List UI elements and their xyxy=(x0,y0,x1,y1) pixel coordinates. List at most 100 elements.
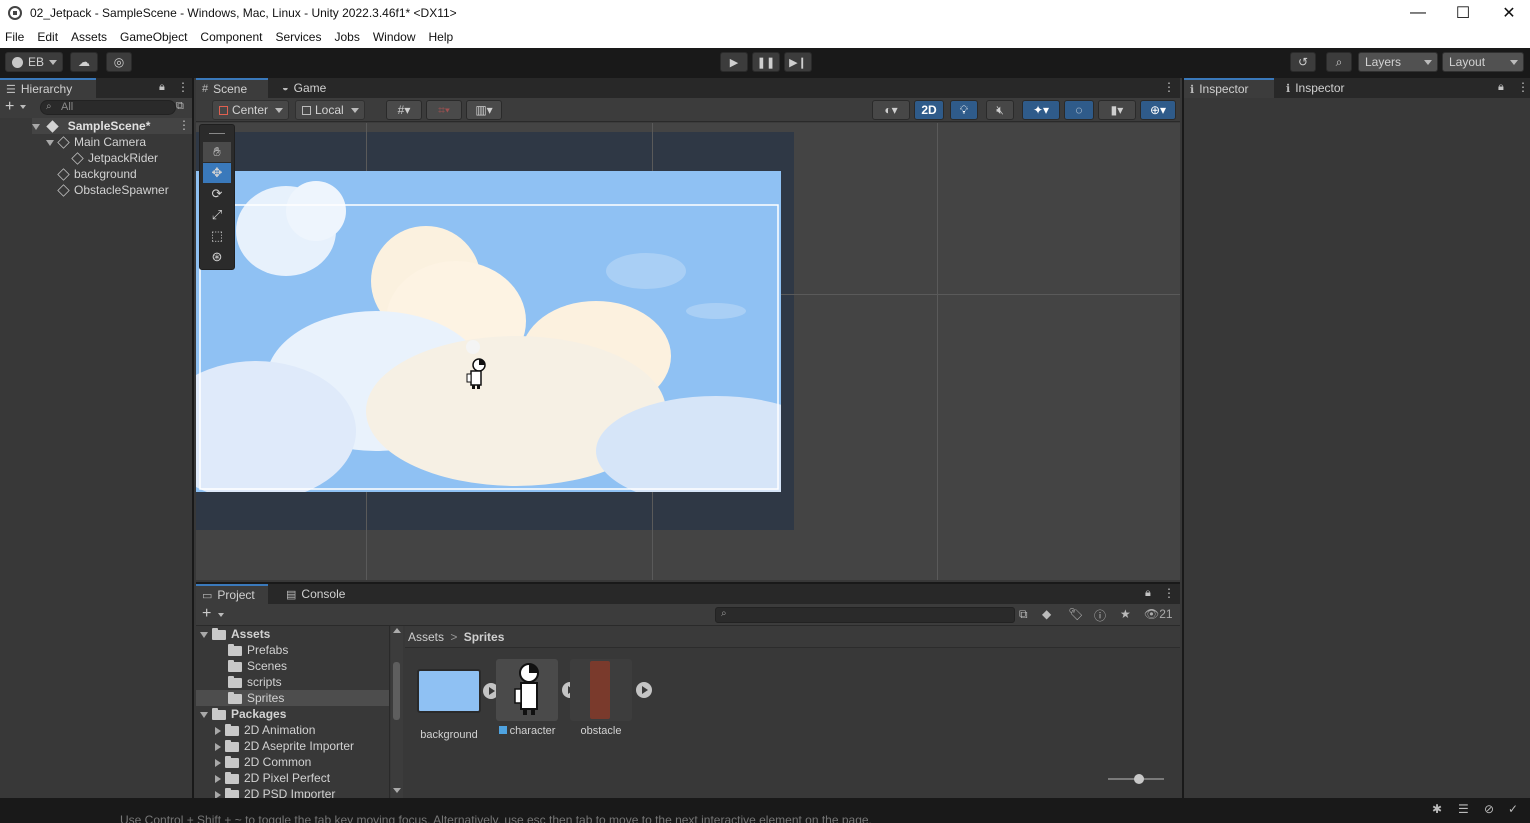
layers-dropdown[interactable]: Layers xyxy=(1358,52,1438,72)
expand-arrow-icon[interactable] xyxy=(32,123,40,130)
menu-help[interactable]: Help xyxy=(429,30,454,44)
collapse-arrow-icon[interactable] xyxy=(215,774,221,783)
account-dropdown[interactable]: EB xyxy=(5,52,63,72)
collapse-arrow-icon[interactable] xyxy=(215,758,221,767)
breadcrumb-sprites[interactable]: Sprites xyxy=(464,630,505,644)
filter-type-icon[interactable]: ◆ xyxy=(1042,607,1051,621)
gizmos-icon[interactable]: ⊕▾ xyxy=(1140,100,1176,120)
label-icon[interactable]: 🏷︎ xyxy=(1068,607,1083,621)
pause-button[interactable]: ❚❚ xyxy=(752,52,780,72)
tab-hierarchy[interactable]: ☰ Hierarchy xyxy=(0,78,96,98)
audio-toggle-icon[interactable]: 🔇︎ xyxy=(986,100,1014,120)
scrollbar-thumb[interactable] xyxy=(393,662,400,720)
effects-toggle-icon[interactable]: ✦▾ xyxy=(1022,100,1060,120)
scene-viewport[interactable]: ✋︎ ✥ ⟳ ⤢ ⬚ ⊛ xyxy=(196,123,1180,580)
hierarchy-search-input[interactable]: ⌕ All xyxy=(40,100,176,115)
transform-tool-icon[interactable]: ⊛ xyxy=(203,247,231,267)
rect-tool-icon[interactable]: ⬚ xyxy=(203,226,231,246)
favorite-star-icon[interactable]: ★ xyxy=(1120,607,1131,621)
lock-icon[interactable]: 🔒︎ xyxy=(1145,587,1151,600)
hierarchy-item-obstaclespawner[interactable]: ObstacleSpawner xyxy=(57,182,169,198)
scale-tool-icon[interactable]: ⤢ xyxy=(203,205,231,225)
add-dropdown-caret-icon[interactable] xyxy=(20,105,26,109)
menu-jobs[interactable]: Jobs xyxy=(334,30,359,44)
shading-mode-icon[interactable]: ◐▾ xyxy=(872,100,910,120)
collapse-arrow-icon[interactable] xyxy=(215,726,221,735)
layout-dropdown[interactable]: Layout xyxy=(1442,52,1524,72)
lock-icon[interactable]: 🔒︎ xyxy=(159,81,165,94)
kebab-menu-icon[interactable]: ⋮ xyxy=(1163,80,1175,94)
folder-scenes[interactable]: Scenes xyxy=(228,658,287,674)
scene-menu-icon[interactable]: ⋮ xyxy=(178,118,190,132)
kebab-menu-icon[interactable]: ⋮ xyxy=(177,80,189,94)
thumbnail-size-slider[interactable] xyxy=(1108,774,1164,784)
folder-prefabs[interactable]: Prefabs xyxy=(228,642,288,658)
2d-toggle-button[interactable]: 2D xyxy=(914,100,944,120)
expand-arrow-icon[interactable] xyxy=(200,631,208,638)
hierarchy-item-main-camera[interactable]: Main Camera xyxy=(46,134,146,150)
expand-arrow-icon[interactable] xyxy=(46,139,54,146)
create-dropdown-caret-icon[interactable] xyxy=(218,613,224,617)
folder-assets[interactable]: Assets xyxy=(200,626,270,642)
tab-console[interactable]: ▤ Console xyxy=(280,584,356,604)
incremental-snap-icon[interactable]: ⌗▾ xyxy=(426,100,462,120)
package-2d-animation[interactable]: 2D Animation xyxy=(215,722,315,738)
hand-tool-icon[interactable]: ✋︎ xyxy=(203,142,231,162)
drag-handle[interactable] xyxy=(209,133,225,134)
menu-gameobject[interactable]: GameObject xyxy=(120,30,187,44)
history-icon[interactable]: ↺ xyxy=(1290,52,1316,72)
character-sprite[interactable] xyxy=(461,338,487,393)
kebab-menu-icon[interactable]: ⋮ xyxy=(1163,586,1175,600)
grid-snap-icon[interactable]: #▾ xyxy=(386,100,422,120)
package-2d-pixel-perfect[interactable]: 2D Pixel Perfect xyxy=(215,770,330,786)
lock-icon[interactable]: 🔒︎ xyxy=(1498,81,1504,94)
package-2d-aseprite-importer[interactable]: 2D Aseprite Importer xyxy=(215,738,354,754)
move-tool-icon[interactable]: ✥ xyxy=(203,163,231,183)
search-by-type-icon[interactable]: ⧉ xyxy=(1019,607,1028,622)
folder-packages[interactable]: Packages xyxy=(200,706,286,722)
camera-dropdown-icon[interactable]: ▮▾ xyxy=(1098,100,1136,120)
maximize-button[interactable]: ☐ xyxy=(1440,0,1486,26)
minimize-button[interactable]: — xyxy=(1395,0,1441,26)
progress-check-icon[interactable]: ✓ xyxy=(1508,802,1518,816)
menu-assets[interactable]: Assets xyxy=(71,30,107,44)
tab-scene[interactable]: # Scene xyxy=(196,78,268,98)
asset-character[interactable]: character xyxy=(492,659,578,737)
hierarchy-item-jetpackrider[interactable]: JetpackRider xyxy=(71,150,158,166)
folder-scripts[interactable]: scripts xyxy=(228,674,282,690)
slider-thumb[interactable] xyxy=(1134,774,1144,784)
create-icon[interactable]: + xyxy=(202,605,211,623)
scroll-up-arrow-icon[interactable] xyxy=(393,628,401,633)
cache-server-icon[interactable]: ☰ xyxy=(1458,802,1469,816)
auto-generate-lighting-icon[interactable]: ⊘ xyxy=(1484,802,1494,816)
kebab-menu-icon[interactable]: ⋮ xyxy=(1517,80,1529,94)
step-button[interactable]: ▶❙ xyxy=(784,52,812,72)
menu-file[interactable]: File xyxy=(5,30,24,44)
tab-inspector-2[interactable]: ℹ Inspector xyxy=(1280,78,1370,98)
scroll-down-arrow-icon[interactable] xyxy=(393,788,401,793)
asset-obstacle[interactable]: obstacle xyxy=(566,659,652,737)
play-button[interactable]: ▶ xyxy=(720,52,748,72)
collab-icon[interactable]: ◎ xyxy=(106,52,132,72)
asset-background[interactable]: background xyxy=(414,659,499,741)
background-sprite[interactable] xyxy=(196,171,781,492)
folder-tree-scrollbar[interactable] xyxy=(391,626,403,800)
hierarchy-scene-row[interactable]: SampleScene* xyxy=(32,118,192,134)
search-filter-icon[interactable]: ⧉ xyxy=(176,100,184,113)
close-button[interactable]: ✕ xyxy=(1486,0,1530,26)
add-icon[interactable]: + xyxy=(5,98,14,116)
hidden-objects-icon[interactable]: ◌ xyxy=(1064,100,1094,120)
menu-window[interactable]: Window xyxy=(373,30,416,44)
hierarchy-item-background[interactable]: background xyxy=(57,166,137,182)
debug-icon[interactable]: ✱ xyxy=(1432,802,1442,816)
pivot-dropdown[interactable]: Center xyxy=(212,100,289,120)
expand-play-icon[interactable] xyxy=(636,682,652,698)
tab-game[interactable]: ◒ Game xyxy=(276,78,346,98)
ruler-snap-icon[interactable]: ▥▾ xyxy=(466,100,502,120)
cloud-icon[interactable]: ☁ xyxy=(70,52,98,72)
menu-services[interactable]: Services xyxy=(275,30,321,44)
menu-component[interactable]: Component xyxy=(200,30,262,44)
rotate-tool-icon[interactable]: ⟳ xyxy=(203,184,231,204)
folder-sprites[interactable]: Sprites xyxy=(196,690,389,706)
collapse-arrow-icon[interactable] xyxy=(215,742,221,751)
